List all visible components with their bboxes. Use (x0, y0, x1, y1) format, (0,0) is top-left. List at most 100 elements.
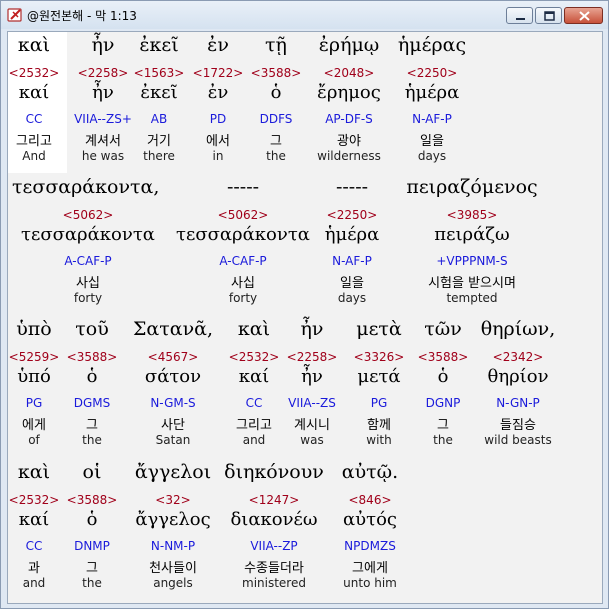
word-korean: 그리고 (236, 418, 272, 433)
word-strong: <846> (348, 493, 392, 507)
word-parse: AB (150, 112, 168, 126)
word-greek: καὶ (237, 318, 271, 340)
title-bar[interactable]: @원전본해 - 막 1:13 (1, 1, 608, 29)
app-window: @원전본해 - 막 1:13 καὶ <2532> καί CC 그리고 And ἦν <22… (0, 0, 609, 609)
word-greek: καὶ (17, 34, 51, 56)
word-english: the (433, 433, 453, 447)
word-lemma: ὁ (86, 509, 98, 530)
word-lemma: καί (238, 366, 270, 387)
word-greek: καὶ (17, 461, 51, 483)
word-parse: DDFS (259, 112, 293, 126)
word-strong: <32> (155, 493, 191, 507)
word-lemma: ἡμέρα (324, 224, 380, 245)
word-english: And (22, 149, 46, 163)
word-parse: NPDMZS (344, 539, 396, 553)
word-english: ministered (242, 576, 306, 590)
maximize-button[interactable] (535, 7, 562, 24)
word-lemma: ἦν (92, 82, 114, 103)
word-korean: 사단 (161, 418, 185, 433)
word-parse: VIIA--ZP (250, 539, 298, 553)
word-lemma: ἐκεῖ (140, 82, 178, 103)
word-greek: τῇ (265, 34, 287, 56)
word-english: the (266, 149, 286, 163)
word-strong: <2342> (492, 350, 544, 364)
word-english: days (417, 149, 447, 163)
word-lemma: διακονέω (230, 509, 318, 530)
word-english: forty (228, 291, 258, 305)
word-korean: 천사들이 (149, 561, 197, 576)
word-greek: μετὰ (356, 318, 402, 340)
word-strong: <2250> (326, 208, 378, 222)
word-korean: 그에게 (352, 561, 388, 576)
word-greek: ἐρήμῳ (318, 34, 380, 56)
word-greek: τῶν (424, 318, 462, 340)
word-strong: <4567> (147, 350, 199, 364)
word-greek: οἱ (82, 461, 102, 483)
word-parse: VIIA--ZS+ (74, 112, 132, 126)
word-strong: <3326> (353, 350, 405, 364)
word-english: with (366, 433, 392, 447)
word-english: the (82, 576, 102, 590)
word-lemma: ἄγγελος (135, 509, 211, 530)
word-strong: <5259> (8, 350, 60, 364)
word-korean: 함께 (367, 418, 391, 433)
word-parse: A-CAF-P (64, 254, 112, 268)
close-icon (579, 11, 590, 21)
word-korean: 사십 (231, 276, 255, 291)
word-english: he was (81, 149, 125, 163)
minimize-button[interactable] (506, 7, 533, 24)
word-lemma: ἔρημος (317, 82, 381, 103)
word-lemma: ὑπό (17, 366, 51, 387)
word-korean: 에서 (206, 134, 230, 149)
word-lemma: ὁ (86, 366, 98, 387)
word-english: angels (153, 576, 193, 590)
word-strong: <2532> (8, 66, 60, 80)
word-strong: <1247> (248, 493, 300, 507)
word-english: and (242, 433, 266, 447)
word-english: there (143, 149, 175, 163)
cross-book-icon (7, 7, 23, 23)
word-lemma: καί (18, 509, 50, 530)
minimize-icon (516, 18, 525, 20)
word-greek: ἦν (300, 318, 324, 340)
word-strong: <3588> (417, 350, 469, 364)
word-greek: ἐν (207, 34, 229, 56)
word-parse: VIIA--ZS (288, 396, 336, 410)
word-strong: <5062> (217, 208, 269, 222)
word-korean: 그 (437, 418, 449, 433)
word-lemma: καί (18, 82, 50, 103)
word-lemma: ἦν (301, 366, 323, 387)
word-english: in (212, 149, 224, 163)
word-korean: 수종들더라 (244, 561, 304, 576)
interlinear-panel: καὶ <2532> καί CC 그리고 And ἦν <2258> ἦν VIIA--ZS+ 계… (7, 31, 603, 604)
word-lemma: ἡμέρα (404, 82, 460, 103)
word-lemma: αὐτός (343, 509, 397, 530)
word-english: tempted (446, 291, 498, 305)
word-lemma: ἐν (207, 82, 229, 103)
word-english: forty (73, 291, 103, 305)
word-parse: PG (25, 396, 43, 410)
word-korean: 그 (270, 134, 282, 149)
word-greek: τεσσαράκοντα, (12, 176, 160, 198)
word-strong: <1722> (192, 66, 244, 80)
word-english: the (82, 433, 102, 447)
word-korean: 과 (28, 561, 40, 576)
word-greek: ἄγγελοι (134, 461, 212, 483)
word-lemma: σάτον (144, 366, 202, 387)
word-greek: αὐτῷ. (341, 461, 399, 483)
word-lemma: μετά (357, 366, 401, 387)
word-korean: 계셔서 (85, 134, 121, 149)
word-lemma: τεσσαράκοντα (176, 224, 310, 245)
word-strong: <1563> (133, 66, 185, 80)
word-parse: AP-DF-S (325, 112, 373, 126)
word-korean: 일을 (420, 134, 444, 149)
word-english: Satan (155, 433, 191, 447)
word-parse: DNMP (74, 539, 110, 553)
word-greek: ὑπὸ (16, 318, 52, 340)
word-parse: DGNP (425, 396, 461, 410)
close-button[interactable] (564, 7, 603, 24)
word-greek: ἡμέρας (397, 34, 467, 56)
word-korean: 에게 (22, 418, 46, 433)
word-greek: πειραζόμενος (406, 176, 538, 198)
word-greek: ----- (335, 176, 369, 198)
